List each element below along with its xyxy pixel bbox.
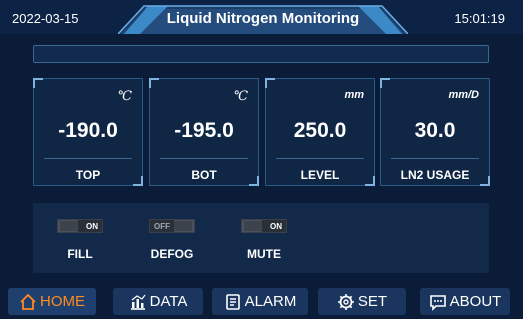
defog-toggle[interactable]: OFF [149,219,195,233]
readout-card-level: mm 250.0 LEVEL [265,78,375,186]
readout-value-top: -190.0 [58,119,118,142]
nav-about-button[interactable]: ABOUT [420,288,510,315]
header-bar: 2022-03-15 Liquid Nitrogen Monitoring 15… [0,0,523,34]
nav-data-label: DATA [149,293,188,310]
nav-alarm-button[interactable]: ALARM [212,288,308,315]
mute-toggle[interactable]: ON [241,219,287,233]
readout-value-ln2-usage: 30.0 [414,119,456,142]
nav-alarm-label: ALARM [244,293,297,310]
screen: 2022-03-15 Liquid Nitrogen Monitoring 15… [0,0,523,319]
readout-value-level: 250.0 [293,119,347,142]
title-tab: Liquid Nitrogen Monitoring [118,0,408,34]
fill-label: FILL [67,247,93,261]
readout-unit: ℃ [117,89,132,104]
readout-divider [160,158,248,159]
fill-control: ON FILL [47,219,127,269]
nav-data-button[interactable]: DATA [113,288,203,315]
readout-card-top: ℃ -190.0 TOP [33,78,143,186]
bottom-nav: HOME DATA ALARM SET ABOUT [0,288,523,319]
status-message-bar [33,45,489,63]
readout-unit: mm/D [448,89,479,101]
readout-label: LEVEL [300,168,340,182]
nav-about-label: ABOUT [449,293,502,310]
message-icon [429,294,446,311]
readout-unit: mm [344,89,364,101]
clipboard-icon [225,293,240,310]
readout-divider [391,158,479,159]
controls-panel: ON FILL OFF DEFOG ON MUTE [33,203,489,273]
defog-control: OFF DEFOG [139,219,219,269]
home-icon [20,293,36,310]
readout-value-bot: -195.0 [174,119,234,142]
readout-label: TOP [75,168,101,182]
readout-divider [44,158,132,159]
readout-label: BOT [191,168,217,182]
toggle-knob [244,221,262,231]
mute-control: ON MUTE [231,219,311,269]
toggle-state-text: ON [270,222,282,231]
date-display: 2022-03-15 [12,11,79,26]
toggle-knob [174,221,192,231]
mute-label: MUTE [247,247,281,261]
readout-unit: ℃ [233,89,248,104]
readout-label: LN2 USAGE [400,168,470,182]
readout-divider [276,158,364,159]
nav-set-label: SET [357,293,388,310]
time-display: 15:01:19 [454,11,505,26]
fill-toggle[interactable]: ON [57,219,103,233]
page-title: Liquid Nitrogen Monitoring [166,10,360,27]
toggle-state-text: ON [86,222,98,231]
toggle-knob [60,221,78,231]
gear-icon [337,293,354,310]
nav-home-label: HOME [40,293,85,310]
toggle-state-text: OFF [154,222,170,231]
readout-card-bot: ℃ -195.0 BOT [149,78,259,186]
chart-icon [130,294,146,310]
nav-set-button[interactable]: SET [318,288,406,315]
defog-label: DEFOG [150,247,194,261]
readout-card-ln2-usage: mm/D 30.0 LN2 USAGE [380,78,490,186]
nav-home-button[interactable]: HOME [8,288,96,315]
